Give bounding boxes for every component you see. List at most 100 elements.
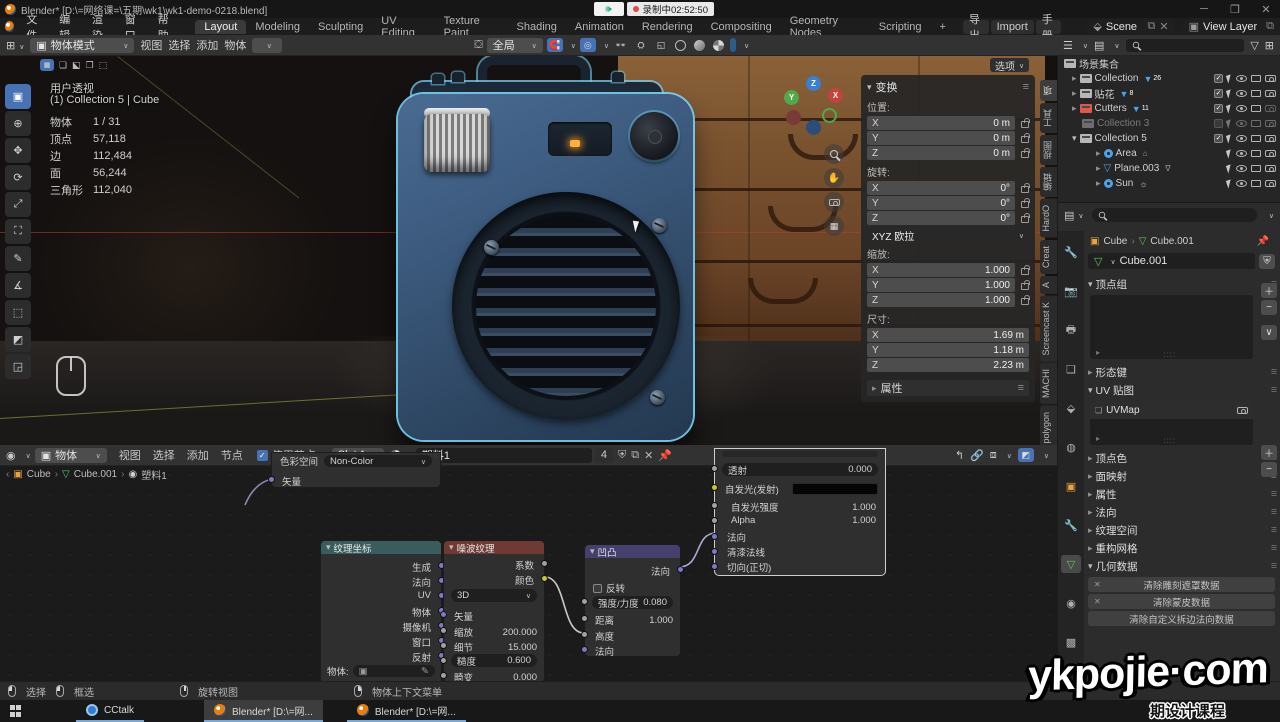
- tab-world[interactable]: ◍: [1061, 438, 1081, 456]
- panel-face-maps[interactable]: 面映射≡: [1084, 467, 1280, 485]
- shading-dropdown[interactable]: [740, 39, 749, 51]
- tab-scene[interactable]: ⬙: [1061, 399, 1081, 417]
- dim-z-field[interactable]: Z2.23 m: [867, 358, 1029, 372]
- rotation-y-field[interactable]: Y0°: [867, 196, 1015, 210]
- selectable-icon[interactable]: [1226, 119, 1233, 128]
- clear-custom-normals-button[interactable]: 清除自定义拆边法向数据: [1088, 611, 1275, 626]
- properties-search-input[interactable]: [1092, 208, 1257, 222]
- clear-sculpt-mask-button[interactable]: ✕清除雕刻遮罩数据: [1088, 577, 1275, 592]
- sidebar-tab-machin3[interactable]: MACHI: [1040, 363, 1057, 404]
- detail-input-socket[interactable]: [440, 642, 447, 649]
- workspace-tab-shading[interactable]: Shading: [508, 20, 566, 34]
- outliner-row-sun[interactable]: Sun☼: [1058, 176, 1280, 191]
- close-button[interactable]: ✕: [1252, 3, 1280, 16]
- sidebar-tab-screencast[interactable]: Screencast K: [1040, 296, 1057, 362]
- tool-annotate[interactable]: ✎: [5, 246, 31, 271]
- workspace-tab-modeling[interactable]: Modeling: [246, 20, 309, 34]
- sidebar-tab-edit[interactable]: 编辑: [1040, 167, 1057, 197]
- rotation-z-field[interactable]: Z0°: [867, 211, 1015, 225]
- emission-input-socket[interactable]: [711, 484, 718, 491]
- transmission-field[interactable]: 透射0.000: [722, 463, 878, 476]
- render-icon[interactable]: [1265, 105, 1276, 112]
- collection-toggle-icon[interactable]: ⬚: [99, 60, 108, 71]
- selectable-icon[interactable]: [1226, 134, 1233, 143]
- tab-render[interactable]: 📷: [1061, 282, 1081, 300]
- eye-icon[interactable]: [1236, 90, 1247, 97]
- workspace-tab-scripting[interactable]: Scripting: [870, 20, 931, 34]
- render-icon[interactable]: [1265, 135, 1276, 142]
- orientation-dropdown[interactable]: 全局: [487, 38, 543, 53]
- vector-input-socket[interactable]: [440, 611, 447, 618]
- ortho-toggle-button[interactable]: ▦: [824, 216, 844, 236]
- rotation-mode-dropdown[interactable]: XYZ 欧拉: [867, 228, 1029, 242]
- principled-bsdf-node[interactable]: 透射0.000 自发光(发射) 自发光强度1.000 Alpha1.000 法向…: [714, 448, 886, 576]
- viewport-disable-icon[interactable]: [1251, 150, 1261, 157]
- eye-icon[interactable]: [1236, 135, 1247, 142]
- location-y-field[interactable]: Y0 m: [867, 131, 1015, 145]
- restore-button[interactable]: ❐: [1221, 3, 1249, 16]
- fake-user-shield-icon[interactable]: ⛨: [1259, 254, 1275, 269]
- tab-material[interactable]: ◉: [1061, 594, 1081, 612]
- clear-skin-data-button[interactable]: ✕清除蒙皮数据: [1088, 594, 1275, 609]
- add-vertex-group-button[interactable]: ＋: [1261, 283, 1277, 298]
- render-icon[interactable]: [1265, 75, 1276, 82]
- dim-x-field[interactable]: X1.69 m: [867, 328, 1029, 342]
- location-z-field[interactable]: Z0 m: [867, 146, 1015, 160]
- shader-editor[interactable]: ◉ ▣物体 视图 选择 添加 节点 ✓ 使用节点 Slot 1 塑料1 4 ⛨ …: [0, 445, 1057, 681]
- eye-icon[interactable]: [1236, 105, 1247, 112]
- detail-field[interactable]: 细节15.000: [454, 640, 537, 654]
- strength-field[interactable]: 强度/力度0.080: [592, 596, 673, 609]
- tool-transform[interactable]: ⛶: [5, 219, 31, 244]
- visibility-dropdown-icon[interactable]: 👓: [613, 38, 629, 52]
- gizmo-toggle-icon[interactable]: ⛭: [633, 38, 649, 52]
- distance-input-socket[interactable]: [581, 615, 588, 622]
- xray-toggle-icon[interactable]: ◱: [653, 38, 669, 52]
- eye-icon[interactable]: [1236, 75, 1247, 82]
- emission-color-swatch[interactable]: [792, 483, 878, 495]
- normal-input-socket[interactable]: [581, 646, 588, 653]
- transmission-input-socket[interactable]: [711, 465, 718, 472]
- distortion-field[interactable]: 畸变0.000: [454, 670, 537, 681]
- panel-geometry-data[interactable]: 几何数据≡: [1084, 557, 1280, 575]
- blender-menu-icon[interactable]: [5, 21, 14, 32]
- tab-tool[interactable]: 🔧: [1061, 243, 1081, 261]
- panel-shape-keys[interactable]: 形态键≡: [1084, 363, 1280, 381]
- tab-modifiers[interactable]: 🔧: [1061, 516, 1081, 534]
- checkbox-icon[interactable]: ✓: [1214, 134, 1223, 143]
- vector-input-socket[interactable]: [268, 476, 275, 483]
- dimensions-dropdown[interactable]: 3D: [451, 589, 537, 602]
- texture-coordinate-node[interactable]: 纹理坐标 生成 法向 UV 物体 摄像机 窗口 反射 物体: ▣✎: [320, 540, 442, 681]
- emission-strength-field[interactable]: 自发光强度1.000: [731, 500, 876, 514]
- alpha-field[interactable]: Alpha1.000: [731, 515, 876, 526]
- panel-attributes[interactable]: 属性≡: [1084, 485, 1280, 503]
- tool-select-box[interactable]: ▣: [5, 84, 31, 109]
- scene-selector[interactable]: ⬙Scene ⧉✕: [1087, 19, 1174, 34]
- outliner-display-mode-icon[interactable]: ▤: [1094, 39, 1104, 52]
- select-menu[interactable]: 选择: [168, 37, 190, 53]
- fac-output-socket[interactable]: [541, 560, 548, 567]
- lock-icon[interactable]: [1021, 216, 1029, 223]
- pan-button[interactable]: ✋: [824, 168, 844, 188]
- view-menu[interactable]: 视图: [140, 37, 162, 53]
- axis-neg-y-handle[interactable]: [822, 108, 837, 123]
- workspace-tab-layout[interactable]: Layout: [195, 20, 246, 34]
- panel-uv-maps[interactable]: UV 贴图≡: [1084, 381, 1280, 399]
- checkbox-icon[interactable]: [1214, 119, 1223, 128]
- render-icon[interactable]: [1265, 120, 1276, 127]
- lock-icon[interactable]: [1021, 201, 1029, 208]
- viewport-disable-icon[interactable]: [1251, 75, 1261, 82]
- outliner-row-collection5[interactable]: Collection 5 ✓: [1058, 131, 1280, 146]
- distortion-input-socket[interactable]: [440, 672, 447, 679]
- viewport-disable-icon[interactable]: [1251, 105, 1261, 112]
- sidebar-tab-polygon[interactable]: polygon: [1040, 406, 1057, 445]
- tab-output[interactable]: 🖶: [1061, 321, 1081, 339]
- selectable-icon[interactable]: [1226, 74, 1233, 83]
- proportional-dropdown[interactable]: [600, 39, 609, 51]
- tool-extra-2[interactable]: ◲: [5, 354, 31, 379]
- lock-icon[interactable]: [1021, 121, 1029, 128]
- colorspace-dropdown[interactable]: Non-Color: [324, 455, 432, 467]
- vertex-groups-list[interactable]: ▸ ::::: [1090, 295, 1253, 359]
- outliner-row-cutters[interactable]: Cutters11 ✓: [1058, 101, 1280, 116]
- viewport-options-dropdown[interactable]: 选项: [990, 58, 1029, 72]
- roughness-field[interactable]: 糙度0.600: [451, 654, 537, 667]
